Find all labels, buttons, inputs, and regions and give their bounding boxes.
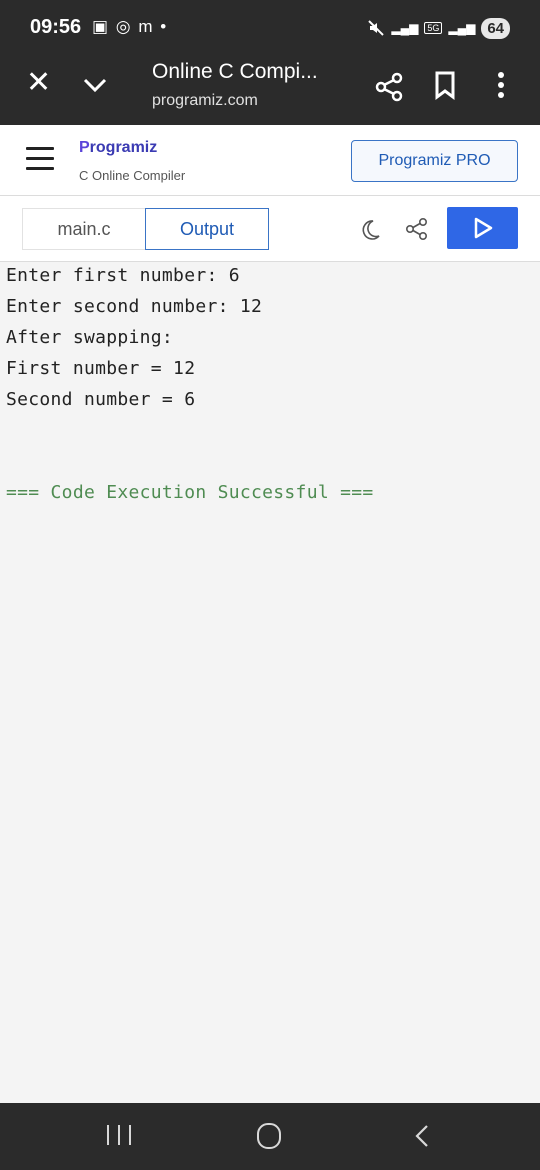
page-title: Online C Compi... <box>152 60 318 83</box>
menu-icon[interactable] <box>26 147 54 170</box>
tab-output[interactable]: Output <box>145 208 269 250</box>
chevron-down-icon[interactable] <box>80 70 110 100</box>
close-icon[interactable]: ✕ <box>26 68 51 98</box>
share-icon[interactable] <box>374 72 404 102</box>
output-line: After swapping: <box>6 327 174 348</box>
output-line: Enter second number: 12 <box>6 296 263 317</box>
site-subtitle: C Online Compiler <box>79 168 186 183</box>
play-icon <box>474 217 492 239</box>
system-nav-bar <box>0 1103 540 1170</box>
output-line: First number = 12 <box>6 358 196 379</box>
whatsapp-icon: ◎ <box>115 17 131 36</box>
output-line: Second number = 6 <box>6 389 196 410</box>
status-bar: 09:56 ▣ ◎ m • ▂▄▆ 5G ▂▄▆ 64 <box>0 0 540 56</box>
browser-toolbar: ✕ Online C Compi... programiz.com <box>0 56 540 125</box>
site-header: Programiz C Online Compiler Programiz PR… <box>0 125 540 196</box>
share-code-icon[interactable] <box>404 216 430 242</box>
screenshot-icon: ▣ <box>92 17 109 36</box>
output-line: Enter first number: 6 <box>6 265 240 286</box>
notification-icons: ▣ ◎ m • <box>92 17 169 37</box>
mute-icon <box>368 20 385 36</box>
editor-toolbar: main.c Output <box>0 196 540 262</box>
output-panel[interactable]: Enter first number: 6 Enter second numbe… <box>0 262 540 1102</box>
recent-apps-icon[interactable] <box>107 1125 131 1147</box>
bookmark-icon[interactable] <box>433 70 457 100</box>
run-button[interactable] <box>447 207 518 249</box>
signal-icon-2: ▂▄▆ <box>448 21 476 35</box>
gmail-icon: m <box>138 17 153 36</box>
programiz-pro-button[interactable]: Programiz PRO <box>351 140 518 182</box>
page-url: programiz.com <box>152 92 258 109</box>
execution-status: === Code Execution Successful === <box>6 482 374 503</box>
more-notifications-icon: • <box>160 17 167 36</box>
back-icon[interactable] <box>409 1123 435 1149</box>
more-vert-icon[interactable] <box>492 70 510 100</box>
dark-mode-icon[interactable] <box>358 218 382 242</box>
status-right: ▂▄▆ 5G ▂▄▆ 64 <box>367 17 510 39</box>
status-time: 09:56 <box>30 16 82 38</box>
tab-main-c[interactable]: main.c <box>22 208 146 250</box>
home-icon[interactable] <box>257 1123 281 1149</box>
programiz-logo[interactable]: Programiz <box>79 139 157 157</box>
signal-icon: ▂▄▆ <box>391 21 419 35</box>
battery-level: 64 <box>481 17 510 39</box>
network-type: 5G <box>424 22 443 34</box>
